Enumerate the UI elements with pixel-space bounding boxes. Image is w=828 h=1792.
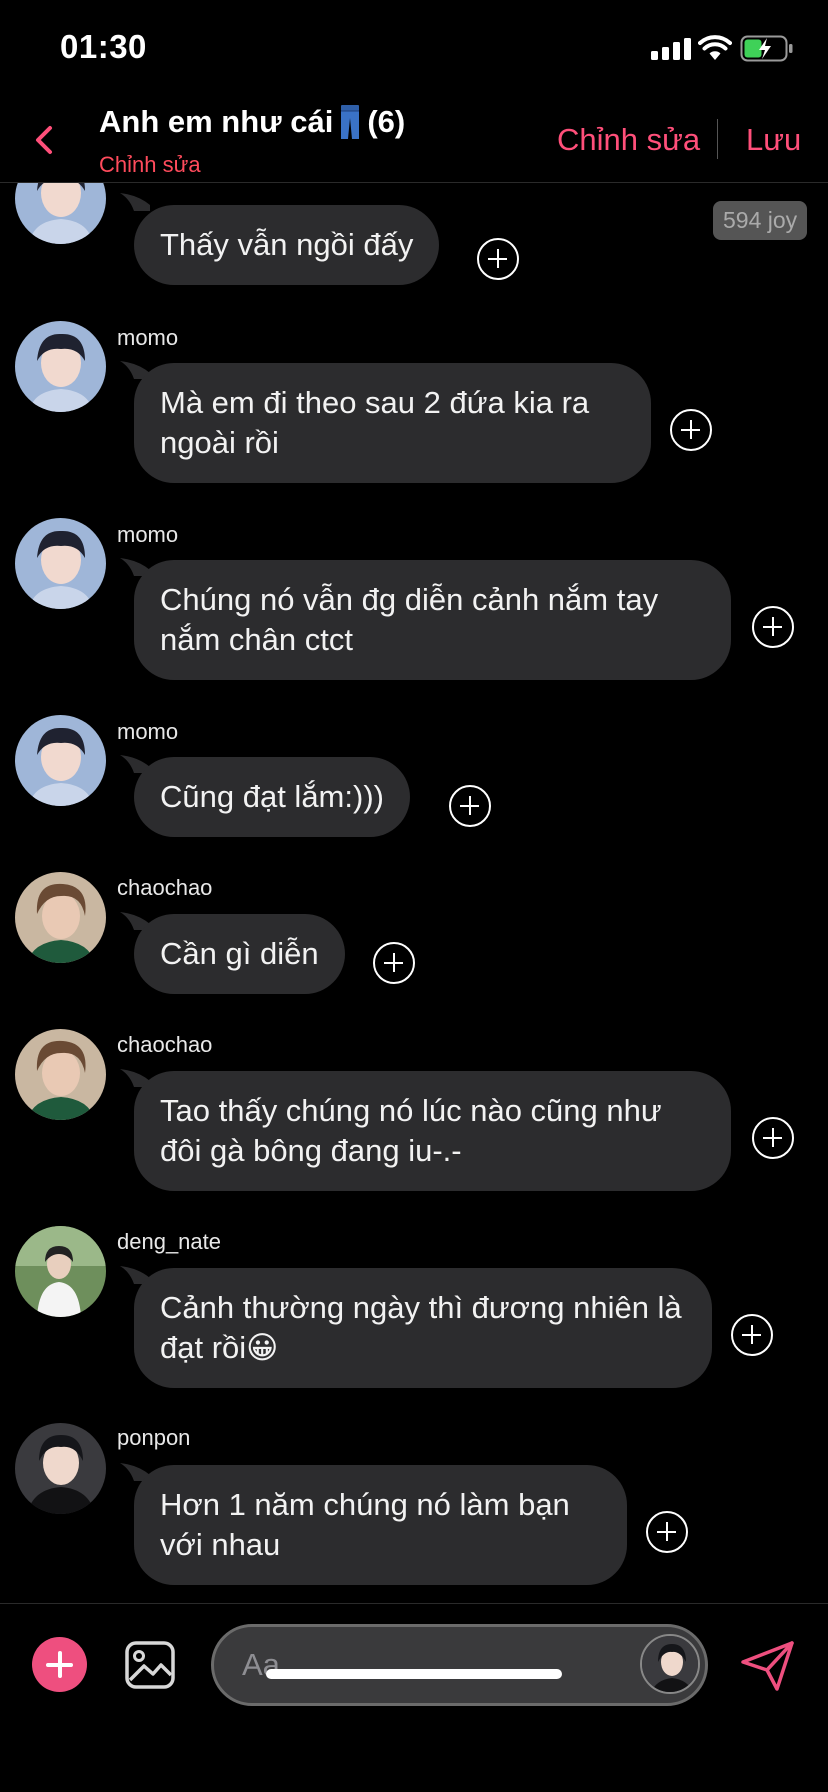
sender-name: momo — [117, 719, 179, 744]
message-bubble[interactable]: Mà em đi theo sau 2 đứa kia ra ngoài rồi — [134, 363, 651, 483]
add-reaction-button[interactable] — [449, 785, 491, 827]
header-divider — [717, 119, 718, 159]
avatar[interactable] — [15, 518, 106, 609]
avatar[interactable] — [15, 183, 106, 244]
message-bubble[interactable]: Cảnh thường ngày thì đương nhiên là đạt … — [134, 1268, 712, 1388]
avatar[interactable] — [15, 715, 106, 806]
composer-avatar[interactable] — [640, 1634, 700, 1694]
sender-name: ponpon — [117, 1425, 191, 1450]
status-bar: 01:30 — [0, 0, 828, 100]
sender-name: momo — [117, 522, 179, 547]
message-bubble[interactable]: Cần gì diễn — [134, 914, 345, 994]
add-reaction-button[interactable] — [670, 409, 712, 451]
chat-title: Anh em như cái (6) — [99, 104, 405, 140]
save-button[interactable]: Lưu — [746, 122, 801, 158]
home-indicator — [266, 1669, 562, 1679]
avatar[interactable] — [15, 321, 106, 412]
edit-button[interactable]: Chỉnh sửa — [557, 122, 700, 158]
message-list[interactable]: momo Thấy vẫn ngồi đấy 594 joy momo Mà e… — [0, 183, 828, 1603]
cellular-signal-icon — [651, 38, 691, 60]
message-input[interactable] — [242, 1645, 542, 1685]
add-reaction-button[interactable] — [731, 1314, 773, 1356]
message-bubble[interactable]: Tao thấy chúng nó lúc nào cũng như đôi g… — [134, 1071, 731, 1191]
message-bubble[interactable]: Chúng nó vẫn đg diễn cảnh nắm tay nắm ch… — [134, 560, 731, 680]
message-bubble[interactable]: Hơn 1 năm chúng nó làm bạn với nhau — [134, 1465, 627, 1585]
wifi-icon — [698, 35, 732, 60]
message-input-box[interactable] — [211, 1624, 708, 1706]
bubble-tail — [120, 193, 150, 211]
chat-title-text: Anh em như cái — [99, 104, 334, 139]
battery-charging-icon — [740, 35, 793, 62]
avatar[interactable] — [15, 1423, 106, 1514]
avatar[interactable] — [15, 872, 106, 963]
chat-header: Anh em như cái (6) Chỉnh sửa Chỉnh sửa L… — [0, 100, 828, 183]
message-bubble[interactable]: Thấy vẫn ngồi đấy — [134, 205, 440, 285]
add-reaction-button[interactable] — [752, 1117, 794, 1159]
status-time: 01:30 — [60, 28, 147, 65]
add-reaction-button[interactable] — [373, 942, 415, 984]
sender-name: momo — [117, 325, 179, 350]
avatar[interactable] — [15, 1029, 106, 1120]
add-reaction-button[interactable] — [752, 606, 794, 648]
sender-name: chaochao — [117, 875, 213, 900]
avatar[interactable] — [15, 1226, 106, 1317]
add-reaction-button[interactable] — [477, 238, 519, 280]
sender-name: chaochao — [117, 1032, 213, 1057]
message-composer — [0, 1603, 828, 1792]
jeans-emoji-icon — [341, 105, 360, 139]
member-count: (6) — [367, 104, 406, 139]
chat-subtitle-edit-link[interactable]: Chỉnh sửa — [99, 152, 201, 178]
send-icon[interactable] — [740, 1640, 796, 1692]
plus-button[interactable] — [32, 1637, 87, 1692]
back-chevron-icon[interactable] — [28, 118, 64, 162]
image-gallery-icon[interactable] — [124, 1640, 176, 1690]
add-reaction-button[interactable] — [646, 1511, 688, 1553]
sender-name: deng_nate — [117, 1229, 221, 1254]
message-bubble[interactable]: Cũng đạt lắm:))) — [134, 757, 410, 837]
joy-points-badge: 594 joy — [713, 201, 808, 240]
